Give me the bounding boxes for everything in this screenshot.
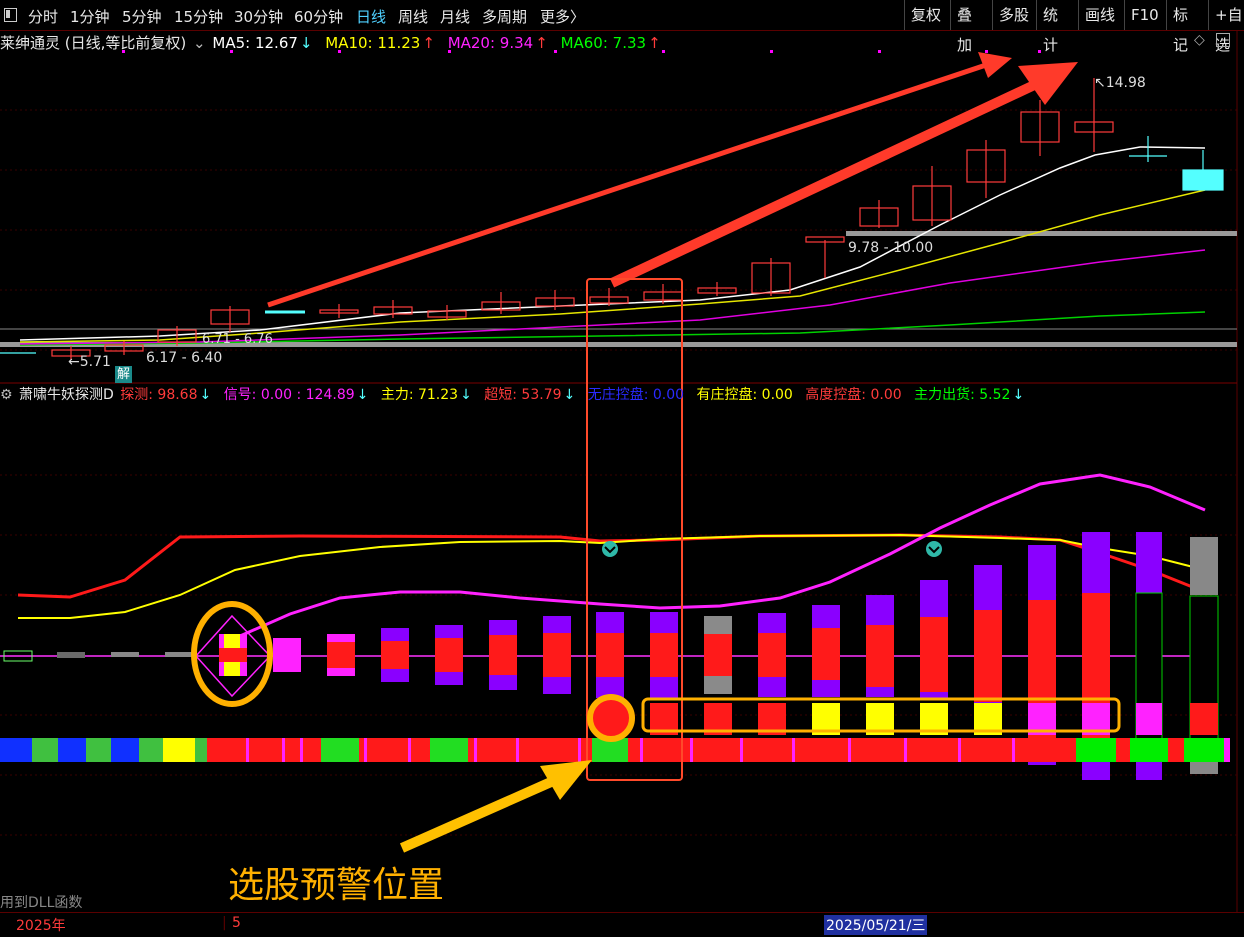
cursor-date: 2025/05/21/三 xyxy=(824,915,928,935)
ma10-arrow: ↑ xyxy=(422,34,435,52)
ma5-line xyxy=(19,146,1206,341)
main-grid xyxy=(0,109,1237,351)
zhuli-arrow: ↓ xyxy=(460,387,472,403)
chaoduan-value: 超短: 53.79 xyxy=(484,387,562,403)
chaoduan-arrow: ↓ xyxy=(563,387,576,403)
tance-value: 探测: 98.68 xyxy=(120,387,198,403)
signal-marker xyxy=(926,541,942,557)
pointer-arrow xyxy=(399,773,563,853)
range-label-2: 6.71 - 6.76 xyxy=(202,332,273,347)
signal-marker xyxy=(602,541,618,557)
ma5-arrow: ↓ xyxy=(299,34,313,52)
range-label-1: 6.17 - 6.40 xyxy=(146,350,223,366)
dropdown-icon[interactable]: ⌄ xyxy=(193,34,206,52)
jie-badge[interactable]: 解 xyxy=(115,366,132,383)
alert-dot xyxy=(587,694,635,742)
range-label-3: 9.78 - 10.00 xyxy=(848,240,934,256)
dll-note: 用到DLL函数 xyxy=(0,895,83,911)
ma10-value: MA10: 11.23 xyxy=(325,34,421,52)
ma5-value: MA5: 12.67 xyxy=(212,34,298,52)
ma20-arrow: ↑ xyxy=(535,34,548,52)
diamond-icon[interactable]: ◇ xyxy=(1194,32,1205,48)
date-axis: 2025年 | 5 2025/05/21/三 xyxy=(0,912,1244,937)
chuhuo-value: 主力出货: 5.52 xyxy=(914,387,1011,403)
indicator-magenta-line xyxy=(239,473,1206,638)
month-label: 5 xyxy=(232,915,241,931)
thin-arrow-head xyxy=(978,52,1012,78)
annotation-caption: 选股预警位置 xyxy=(228,865,445,906)
high-price-label: ↖14.98 xyxy=(1094,75,1146,91)
low-price-label: ←5.71 xyxy=(68,354,111,370)
main-legend: 莱绅通灵 (日线,等比前复权) ⌄ MA5: 12.67 ↓ MA10: 11.2… xyxy=(0,32,663,53)
zhuli-value: 主力: 71.23 xyxy=(380,387,459,403)
ma60-value: MA60: 7.33 xyxy=(560,34,647,52)
settings-icon[interactable]: ⚙ xyxy=(0,387,13,403)
panel-toggle-icon[interactable] xyxy=(1216,33,1230,47)
year-label: 2025年 xyxy=(16,918,66,934)
stock-title: 莱绅通灵 (日线,等比前复权) xyxy=(0,34,187,52)
gaodu-value: 高度控盘: 0.00 xyxy=(805,387,902,403)
down-candles xyxy=(0,136,1224,354)
xinhao-arrow: ↓ xyxy=(356,387,369,403)
tance-arrow: ↓ xyxy=(199,387,212,403)
ma60-arrow: ↑ xyxy=(648,34,661,52)
indicator-name: 萧啸牛妖探测D xyxy=(19,387,114,403)
ma10-line xyxy=(19,189,1206,343)
youzhuang-value: 有庄控盘: 0.00 xyxy=(696,387,793,403)
wuzhuang-value: 无庄控盘: 0.00 xyxy=(587,387,685,403)
indicator-legend: ⚙ 萧啸牛妖探测D 探测: 98.68 ↓ 信号: 0.00 : 124.89 ↓ … xyxy=(0,384,1026,404)
chart-canvas xyxy=(0,30,1238,912)
xinhao-value: 信号: 0.00 : 124.89 xyxy=(223,387,355,403)
ma20-value: MA20: 9.34 xyxy=(447,34,534,52)
chuhuo-arrow: ↓ xyxy=(1012,387,1025,403)
